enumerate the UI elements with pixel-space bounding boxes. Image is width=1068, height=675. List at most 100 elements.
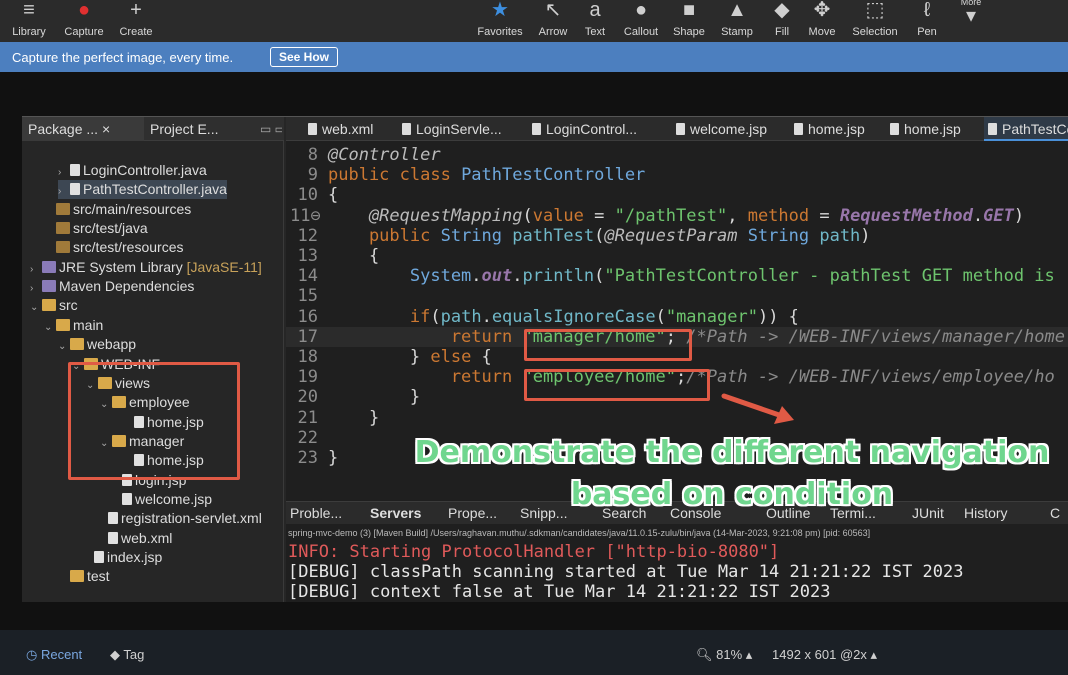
file-icon [70, 164, 80, 176]
tree-item[interactable]: test [58, 567, 110, 586]
chevron-down-icon[interactable]: ⌄ [30, 298, 42, 317]
editor-tab[interactable]: home.jsp [790, 117, 876, 141]
line-number: 10 [297, 185, 318, 206]
tree-item[interactable]: ⌄ main [44, 316, 103, 335]
editor-tab[interactable]: web.xml [304, 117, 388, 141]
tree-item[interactable]: › LoginController.java [58, 161, 207, 180]
annotation-box-employee-home [524, 369, 710, 401]
callout-icon: ● [634, 0, 648, 21]
text-icon: a [589, 0, 601, 21]
code-token: "/pathTest" [614, 205, 728, 226]
code-line: 21 } [286, 408, 1068, 428]
code-token: "manager" [665, 306, 758, 327]
code-token: PathTestController [461, 165, 646, 186]
minimize-icon[interactable]: ▭ ▭ [254, 117, 282, 141]
console-header: spring-mvc-demo (3) [Maven Build] /Users… [288, 528, 871, 538]
tool-stamp-button[interactable]: ▲ Stamp [717, 0, 757, 42]
editor-tab[interactable]: LoginServle... [398, 117, 518, 141]
move-icon: ✥ [813, 0, 831, 21]
tab-package-explorer[interactable]: Package ... × [22, 117, 144, 141]
close-icon[interactable]: × [102, 121, 110, 137]
code-line: 10 { [286, 185, 1068, 205]
toolbar-label: Pen [917, 26, 937, 38]
editor-tab[interactable]: LoginControl... [528, 117, 662, 141]
tool-move-button[interactable]: ✥ Move [805, 0, 839, 42]
tool-arrow-button[interactable]: ↖ Arrow [533, 0, 573, 42]
image-dimensions[interactable]: 1492 x 601 @2x ▴ [772, 647, 877, 663]
tree-item[interactable]: index.jsp [82, 548, 162, 567]
tree-item[interactable]: src/test/resources [44, 238, 183, 257]
zoom-control[interactable]: 🔍︎ 81% ▴ [696, 647, 752, 663]
code-text: @RequestMapping(value = "/pathTest", met… [328, 206, 1024, 226]
toolbar-capture-button[interactable]: ● Capture [62, 0, 106, 42]
recent-button[interactable]: ◷ Recent [26, 647, 82, 663]
code-token: } [328, 407, 380, 428]
tree-item[interactable]: › PathTestController.java [58, 180, 227, 201]
code-token: . [471, 266, 482, 287]
tool-more-button[interactable]: ▾ More [956, 0, 986, 42]
code-token: GET [983, 205, 1014, 226]
selection-icon: ⬚ [865, 0, 885, 21]
code-token: RequestMethod [839, 205, 973, 226]
chevron-right-icon[interactable]: › [30, 260, 42, 279]
chevron-right-icon[interactable]: › [58, 182, 70, 201]
code-token: @RequestParam [604, 225, 748, 246]
tree-item[interactable]: src/main/resources [44, 200, 191, 219]
tool-shape-button[interactable]: ■ Shape [670, 0, 708, 42]
chevron-right-icon[interactable]: › [30, 279, 42, 298]
tree-item[interactable]: › JRE System Library [JavaSE-11] [30, 258, 262, 277]
tree-item[interactable]: welcome.jsp [110, 490, 212, 509]
tab-project-explorer[interactable]: Project E... [144, 117, 234, 141]
tool-selection-button[interactable]: ⬚ Selection [848, 0, 902, 42]
tool-callout-button[interactable]: ● Callout [620, 0, 662, 42]
tree-item[interactable]: registration-servlet.xml [96, 509, 262, 528]
image-canvas: Package ... × Project E... ▭ ▭ › LoginCon… [0, 72, 1068, 630]
tool-pen-button[interactable]: ℓ Pen [912, 0, 942, 42]
code-token: } [328, 387, 421, 408]
folder-icon [70, 570, 84, 583]
editor-tab[interactable]: welcome.jsp [672, 117, 780, 141]
tree-item-label: src/test/resources [73, 239, 184, 256]
code-token: } [328, 448, 339, 468]
tree-item[interactable]: web.xml [96, 529, 172, 548]
line-number: 23 [297, 448, 318, 468]
toolbar-label: More [960, 0, 982, 7]
promo-banner: Capture the perfect image, every time. S… [0, 42, 1068, 72]
tag-label: Tag [123, 647, 145, 662]
toolbar-create-button[interactable]: + Create [118, 0, 154, 42]
tree-item[interactable]: src/test/java [44, 219, 148, 238]
shape-icon: ■ [682, 0, 696, 21]
code-token: . [512, 266, 523, 287]
see-how-button[interactable]: See How [270, 47, 339, 67]
code-token: ( [522, 205, 533, 226]
folder-icon [70, 338, 84, 351]
library-icon [42, 280, 56, 293]
tag-button[interactable]: ◆ Tag [110, 647, 144, 663]
toolbar-label: Arrow [538, 26, 568, 38]
tool-fill-button[interactable]: ◆ Fill [768, 0, 796, 42]
tree-item[interactable]: › Maven Dependencies [30, 277, 194, 296]
folder-icon [56, 318, 70, 331]
code-token: value [532, 205, 584, 226]
chevron-down-icon[interactable]: ⌄ [58, 337, 70, 356]
toolbar-label: Library [12, 26, 46, 38]
editor-tab[interactable]: home.jsp [886, 117, 974, 141]
annotation-caption: Demonstrate the different navigation bas… [412, 432, 1052, 516]
toolbar-library-button[interactable]: ≡ Library [8, 0, 50, 42]
code-token: else [430, 347, 472, 367]
tree-item[interactable]: ⌄ webapp [58, 335, 136, 354]
console-tab[interactable]: C [1050, 502, 1068, 524]
editor-tab[interactable]: PathTestCon [984, 117, 1068, 141]
toolbar-label: Capture [64, 26, 104, 38]
console-tab[interactable]: Proble... [290, 502, 366, 524]
chevron-right-icon[interactable]: › [58, 163, 70, 182]
tree-item-label: src/test/java [73, 220, 148, 237]
chevron-down-icon[interactable]: ⌄ [44, 318, 56, 337]
tree-item[interactable]: ⌄ src [30, 296, 78, 315]
favorites-icon: ★ [491, 0, 509, 21]
tool-text-button[interactable]: a Text [580, 0, 610, 42]
file-icon [108, 531, 118, 544]
line-number: 18 [297, 347, 318, 367]
line-number: 21 [297, 407, 318, 428]
tool-favorites-button[interactable]: ★ Favorites [474, 0, 526, 42]
